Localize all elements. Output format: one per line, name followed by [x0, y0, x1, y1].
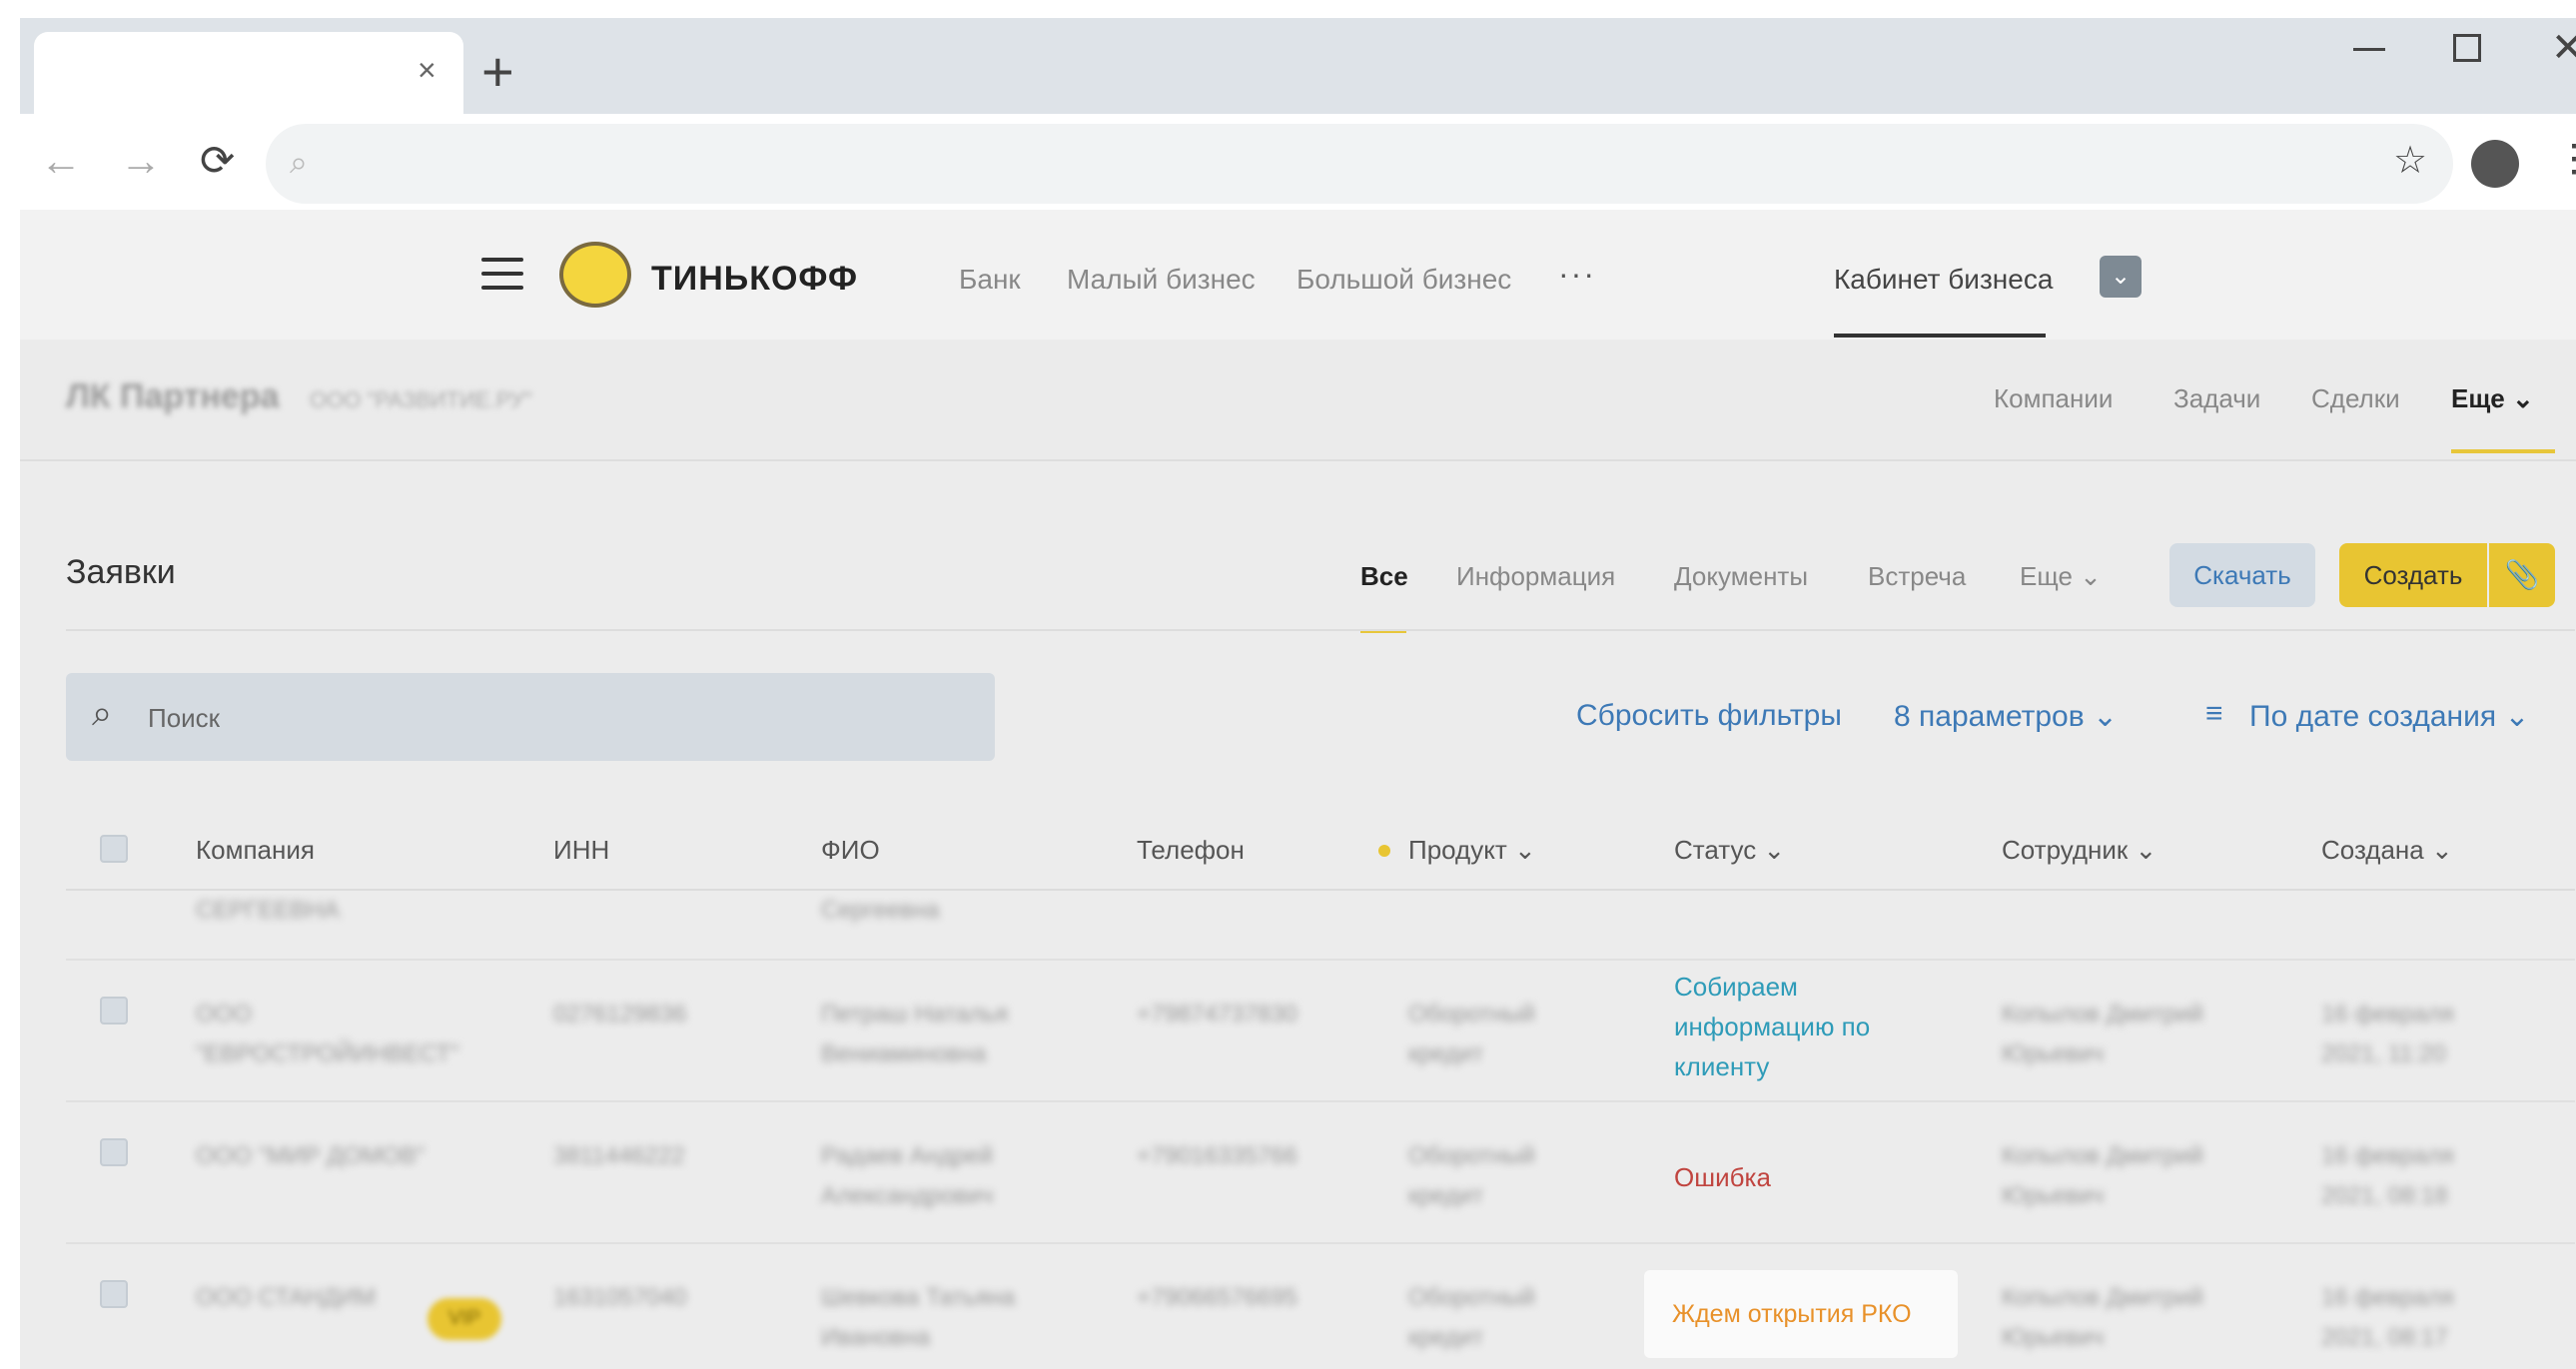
row-divider [66, 1242, 2575, 1244]
profile-avatar[interactable] [2471, 140, 2519, 188]
table-row-product: Оборотный кредит [1408, 1142, 1535, 1209]
subnav-more-dropdown[interactable]: Еще ⌄ [2451, 383, 2534, 414]
create-button[interactable]: Создать [2339, 543, 2487, 607]
vip-badge: VIP [428, 1298, 501, 1340]
page-title: Заявки [66, 553, 176, 591]
subnav-active-underline [2451, 449, 2555, 453]
logo-text[interactable]: ТИНЬКОФФ [651, 260, 858, 299]
table-row-inn: 1631057040 [553, 1284, 687, 1311]
column-status[interactable]: Статус ⌄ [1674, 835, 1785, 866]
forward-arrow-icon[interactable]: → [120, 140, 162, 182]
column-product[interactable]: Продукт ⌄ [1408, 835, 1536, 866]
partner-company: ООО "РАЗВИТИЕ.РУ" [310, 387, 532, 412]
product-filter-dot [1378, 845, 1390, 857]
table-row-fio: Петраш Наталья Вениаминовна [821, 1001, 1009, 1067]
nav-bank[interactable]: Банк [959, 264, 1021, 296]
tab-more-dropdown[interactable]: Еще ⌄ [2020, 561, 2102, 592]
row-checkbox[interactable] [100, 1280, 128, 1308]
column-employee[interactable]: Сотрудник ⌄ [2002, 835, 2156, 866]
active-nav-underline [1834, 334, 2046, 338]
status-badge: Ошибка [1674, 1162, 1771, 1192]
table-row-employee: Копылов Дмитрий Юрьевич [2002, 1284, 2203, 1351]
column-fio: ФИО [821, 835, 880, 865]
table-row-employee: Копылов Дмитрий Юрьевич [2002, 1001, 2203, 1067]
table-row-inn: 0276129836 [553, 1001, 687, 1027]
hamburger-menu-icon[interactable] [481, 258, 523, 290]
column-inn: ИНН [553, 835, 610, 865]
web-page: ТИНЬКОФФ Банк Малый бизнес Большой бизне… [20, 210, 2576, 1369]
paperclip-icon[interactable]: 📎 [2489, 543, 2555, 607]
partner-title: ЛК Партнера [66, 377, 280, 415]
reload-icon[interactable]: ⟳ [200, 140, 235, 182]
search-placeholder: Поиск [148, 703, 221, 733]
table-row-fio: Шевкова Татьяна Ивановна [821, 1284, 1016, 1351]
search-icon: ⌕ [290, 144, 308, 180]
address-bar[interactable] [266, 124, 2453, 204]
nav-business-cabinet[interactable]: Кабинет бизнеса [1834, 264, 2053, 296]
sort-icon[interactable]: ≡ [2205, 697, 2223, 731]
table-row-created: 16 февраля 2021, 08:18 [2321, 1142, 2454, 1209]
window-close-icon[interactable]: ✕ [2551, 28, 2576, 68]
table-row-fio: Радаев Андрей Александрович [821, 1142, 994, 1209]
row-divider [66, 959, 2575, 961]
new-tab-icon[interactable]: + [481, 44, 514, 100]
subnav-deals[interactable]: Сделки [2311, 383, 2400, 414]
select-all-checkbox[interactable] [100, 835, 128, 863]
nav-small-business[interactable]: Малый бизнес [1067, 264, 1256, 296]
tab-documents[interactable]: Документы [1674, 561, 1808, 592]
tinkoff-logo-icon[interactable] [559, 242, 631, 308]
table-row-created: 16 февраля 2021, 11:20 [2321, 1001, 2454, 1067]
maximize-icon[interactable] [2453, 34, 2481, 62]
table-row-inn: 3811446222 [553, 1142, 685, 1169]
row-divider [66, 1100, 2575, 1102]
nav-large-business[interactable]: Большой бизнес [1296, 264, 1511, 296]
status-badge: Ждем открытия РКО [1672, 1300, 1912, 1328]
status-badge: Собираем информацию по клиенту [1674, 972, 1871, 1081]
table-row-employee: Копылов Дмитрий Юрьевич [2002, 1142, 2203, 1209]
reset-filters-link[interactable]: Сбросить фильтры [1576, 699, 1842, 733]
subnav-companies[interactable]: Компании [1994, 383, 2113, 414]
table-row-company: СЕРГЕЕВНА [196, 897, 340, 924]
table-row-phone: +79066576695 [1137, 1284, 1297, 1311]
table-row-fio: Сергеевна [821, 897, 940, 924]
parameters-dropdown[interactable]: 8 параметров ⌄ [1894, 699, 2118, 734]
row-checkbox[interactable] [100, 997, 128, 1025]
bookmark-star-icon[interactable]: ☆ [2393, 142, 2427, 180]
close-tab-icon[interactable]: × [418, 54, 436, 86]
minimize-icon[interactable] [2353, 48, 2385, 51]
column-company: Компания [196, 835, 315, 865]
table-row-created: 16 февраля 2021, 08:17 [2321, 1284, 2454, 1351]
browser-menu-icon[interactable]: ⋮ [2555, 140, 2576, 178]
table-row-phone: +79874737830 [1137, 1001, 1297, 1027]
table-row-company[interactable]: ООО СТАНДИМ [196, 1278, 396, 1318]
row-checkbox[interactable] [100, 1138, 128, 1166]
table-row-phone: +79016335766 [1137, 1142, 1297, 1169]
table-row-product: Оборотный кредит [1408, 1284, 1535, 1351]
column-phone: Телефон [1137, 835, 1245, 865]
back-arrow-icon[interactable]: ← [40, 140, 82, 182]
sort-by-date-dropdown[interactable]: По дате создания ⌄ [2249, 699, 2530, 734]
header-divider [66, 889, 2575, 891]
table-row-product: Оборотный кредит [1408, 1001, 1535, 1067]
tab-all[interactable]: Все [1360, 561, 1408, 592]
tab-information[interactable]: Информация [1456, 561, 1615, 592]
subnav-tasks[interactable]: Задачи [2173, 383, 2260, 414]
table-row-company[interactable]: ООО "МИР ДОМОВ" [196, 1136, 515, 1176]
tab-meeting[interactable]: Встреча [1868, 561, 1966, 592]
more-dots-icon[interactable]: ··· [1558, 256, 1596, 293]
table-row-company[interactable]: ООО "ЕВРОСТРОЙИНВЕСТ" [196, 995, 515, 1074]
search-icon: ⌕ [92, 692, 113, 733]
cabinet-dropdown-button[interactable]: ⌄ [2100, 256, 2142, 298]
download-button[interactable]: Скачать [2169, 543, 2315, 607]
column-created[interactable]: Создана ⌄ [2321, 835, 2453, 866]
browser-tab[interactable] [34, 32, 463, 114]
tabs-divider [66, 629, 2575, 631]
